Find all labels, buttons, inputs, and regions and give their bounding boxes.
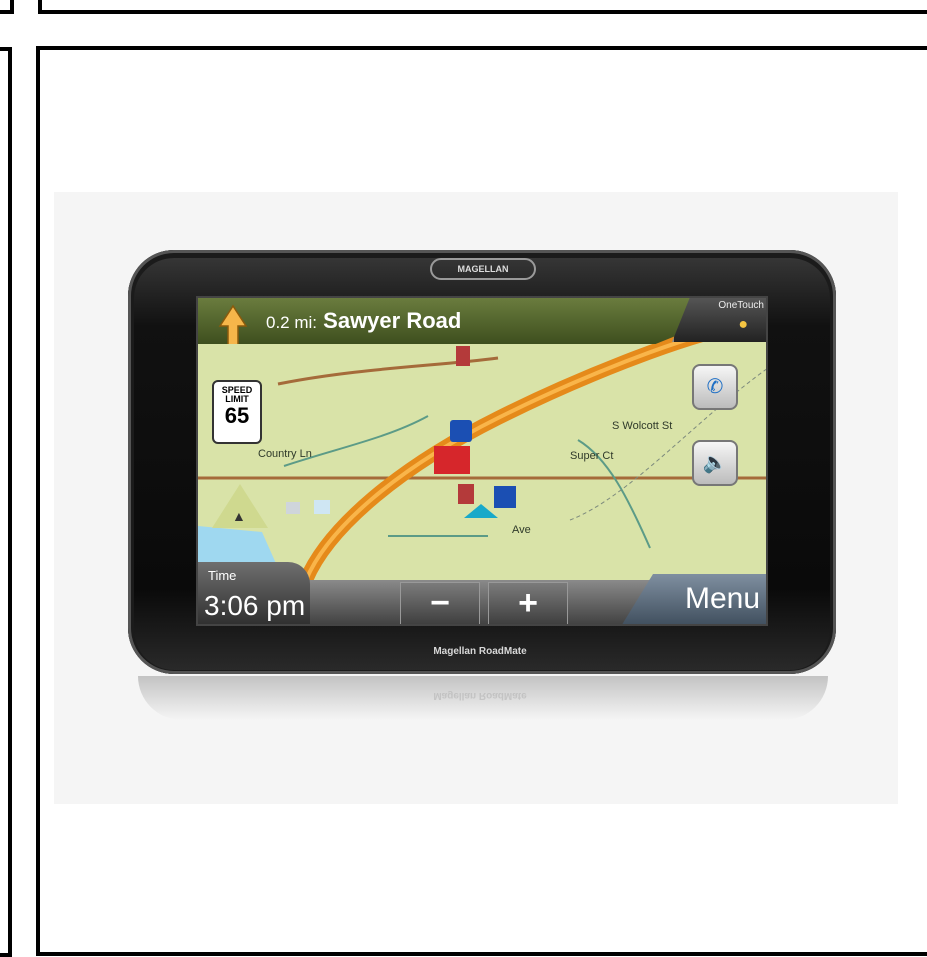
- interstate-shield-icon: [450, 420, 472, 442]
- brand-label-reflection: Magellan RoadMate: [433, 690, 527, 701]
- onetouch-icon: ●: [738, 316, 748, 333]
- street-label: S Wolcott St: [612, 420, 673, 432]
- speaker-icon: 🔈: [702, 452, 728, 474]
- speed-limit-sign: SPEED LIMIT 65: [212, 380, 262, 444]
- voice-guidance-button[interactable]: 🔈: [692, 440, 738, 486]
- turn-road-name: Sawyer Road: [323, 308, 462, 333]
- poi-icon: [286, 502, 300, 514]
- zoom-out-button[interactable]: −: [400, 582, 480, 624]
- gps-screen: Country Ln S Wolcott St Super Ct Ave 0.2…: [196, 296, 768, 626]
- landmark-icon: ▲: [232, 508, 246, 524]
- time-label: Time: [208, 568, 237, 583]
- onetouch-label: OneTouch: [718, 300, 764, 311]
- street-label: Super Ct: [570, 450, 614, 462]
- fuel-icon-2: [456, 346, 470, 366]
- menu-label: Menu: [684, 582, 760, 615]
- page-frame-top: [38, 0, 927, 14]
- street-label: Country Ln: [258, 448, 312, 460]
- poi-icon-2: [314, 500, 330, 514]
- street-label: Ave: [512, 524, 531, 536]
- zoom-in-button[interactable]: +: [488, 582, 568, 624]
- parking-icon: [494, 486, 516, 508]
- speed-limit-label: SPEED LIMIT: [221, 385, 253, 404]
- fuel-icon: [458, 484, 474, 504]
- time-value: 3:06 pm: [204, 590, 306, 621]
- brand-label: Magellan RoadMate: [433, 646, 527, 657]
- speed-limit-value: 65: [224, 403, 250, 428]
- page-frame-left-top: [0, 0, 14, 14]
- brand-logo-top: MAGELLAN: [430, 258, 536, 280]
- ta-travelcenter-icon: [434, 446, 470, 474]
- turn-instruction: 0.2 mi: Sawyer Road: [266, 308, 461, 334]
- bluetooth-phone-button[interactable]: ✆: [692, 364, 738, 410]
- page-frame-left: [0, 47, 12, 957]
- bluetooth-icon: ✆: [706, 376, 724, 398]
- turn-distance: 0.2 mi:: [266, 313, 318, 332]
